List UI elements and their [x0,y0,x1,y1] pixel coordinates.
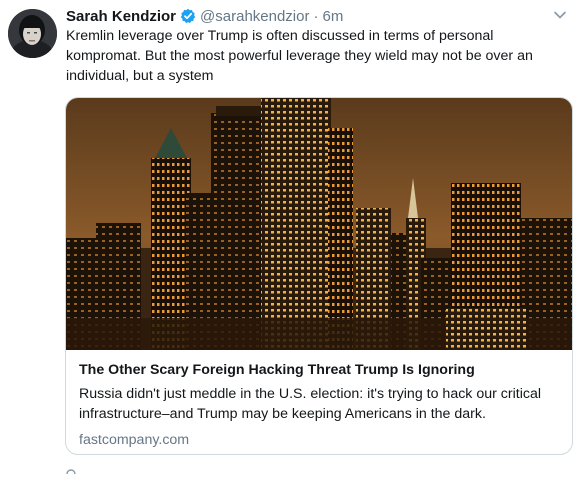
author-name[interactable]: Sarah Kendzior [66,8,176,25]
tweet-timestamp[interactable]: 6m [322,8,343,25]
tweet-text: Kremlin leverage over Trump is often dis… [66,28,533,84]
avatar[interactable] [8,9,57,58]
verified-badge-icon [180,8,196,24]
card-domain[interactable]: fastcompany.com [79,430,560,450]
card-body: The Other Scary Foreign Hacking Threat T… [79,360,560,450]
link-card[interactable]: The Other Scary Foreign Hacking Threat T… [65,97,573,455]
tweet[interactable]: Sarah Kendzior @sarahkendzior · 6m Kreml… [0,0,585,475]
author-handle[interactable]: @sarahkendzior [200,8,309,25]
card-title[interactable]: The Other Scary Foreign Hacking Threat T… [79,360,560,380]
avatar-image [8,9,57,58]
tweet-header: Sarah Kendzior @sarahkendzior · 6m [66,6,567,26]
chevron-down-icon[interactable] [553,8,567,22]
card-description: Russia didn't just meddle in the U.S. el… [79,386,541,422]
separator-dot: · [313,7,319,25]
card-image [66,98,572,350]
